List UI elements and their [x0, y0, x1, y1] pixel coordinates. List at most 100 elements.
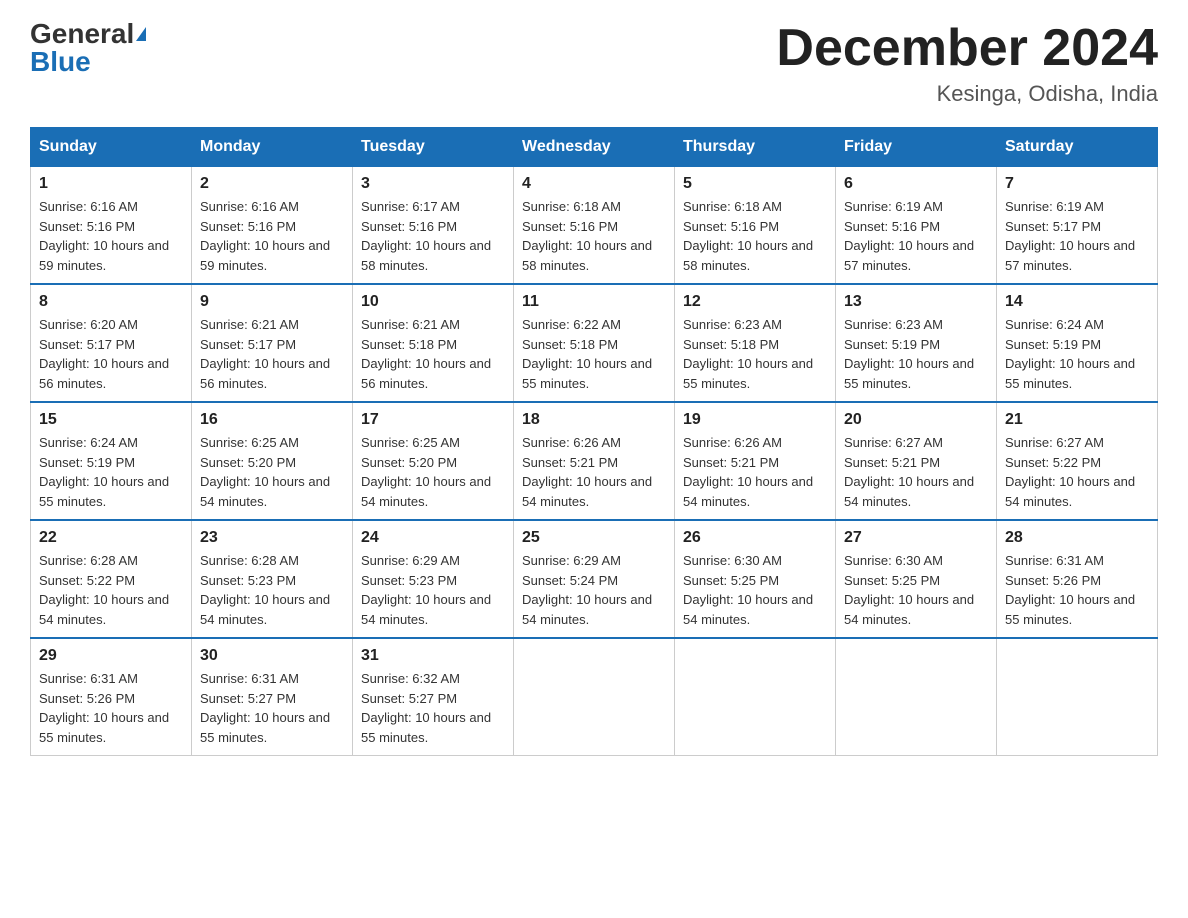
- day-info: Sunrise: 6:21 AMSunset: 5:18 PMDaylight:…: [361, 317, 491, 391]
- calendar-day-cell: 14 Sunrise: 6:24 AMSunset: 5:19 PMDaylig…: [997, 284, 1158, 402]
- calendar-week-row: 15 Sunrise: 6:24 AMSunset: 5:19 PMDaylig…: [31, 402, 1158, 520]
- day-number: 5: [683, 175, 827, 193]
- day-number: 14: [1005, 293, 1149, 311]
- day-info: Sunrise: 6:16 AMSunset: 5:16 PMDaylight:…: [200, 199, 330, 273]
- day-number: 22: [39, 529, 183, 547]
- day-info: Sunrise: 6:26 AMSunset: 5:21 PMDaylight:…: [522, 435, 652, 509]
- calendar-header-tuesday: Tuesday: [353, 128, 514, 167]
- day-number: 10: [361, 293, 505, 311]
- calendar-day-cell: [514, 638, 675, 756]
- calendar-day-cell: 31 Sunrise: 6:32 AMSunset: 5:27 PMDaylig…: [353, 638, 514, 756]
- day-info: Sunrise: 6:30 AMSunset: 5:25 PMDaylight:…: [683, 553, 813, 627]
- day-number: 31: [361, 647, 505, 665]
- logo: General Blue: [30, 20, 146, 76]
- calendar-day-cell: 28 Sunrise: 6:31 AMSunset: 5:26 PMDaylig…: [997, 520, 1158, 638]
- page-header: General Blue December 2024 Kesinga, Odis…: [30, 20, 1158, 107]
- calendar-day-cell: 15 Sunrise: 6:24 AMSunset: 5:19 PMDaylig…: [31, 402, 192, 520]
- day-info: Sunrise: 6:26 AMSunset: 5:21 PMDaylight:…: [683, 435, 813, 509]
- calendar-day-cell: 24 Sunrise: 6:29 AMSunset: 5:23 PMDaylig…: [353, 520, 514, 638]
- calendar-day-cell: 10 Sunrise: 6:21 AMSunset: 5:18 PMDaylig…: [353, 284, 514, 402]
- day-number: 3: [361, 175, 505, 193]
- day-number: 12: [683, 293, 827, 311]
- day-number: 24: [361, 529, 505, 547]
- day-info: Sunrise: 6:18 AMSunset: 5:16 PMDaylight:…: [683, 199, 813, 273]
- day-number: 16: [200, 411, 344, 429]
- day-number: 29: [39, 647, 183, 665]
- day-info: Sunrise: 6:19 AMSunset: 5:17 PMDaylight:…: [1005, 199, 1135, 273]
- day-info: Sunrise: 6:31 AMSunset: 5:26 PMDaylight:…: [1005, 553, 1135, 627]
- calendar-table: SundayMondayTuesdayWednesdayThursdayFrid…: [30, 127, 1158, 756]
- day-info: Sunrise: 6:19 AMSunset: 5:16 PMDaylight:…: [844, 199, 974, 273]
- calendar-header-wednesday: Wednesday: [514, 128, 675, 167]
- calendar-header-thursday: Thursday: [675, 128, 836, 167]
- calendar-day-cell: 26 Sunrise: 6:30 AMSunset: 5:25 PMDaylig…: [675, 520, 836, 638]
- day-info: Sunrise: 6:21 AMSunset: 5:17 PMDaylight:…: [200, 317, 330, 391]
- day-info: Sunrise: 6:18 AMSunset: 5:16 PMDaylight:…: [522, 199, 652, 273]
- calendar-day-cell: 23 Sunrise: 6:28 AMSunset: 5:23 PMDaylig…: [192, 520, 353, 638]
- calendar-day-cell: 18 Sunrise: 6:26 AMSunset: 5:21 PMDaylig…: [514, 402, 675, 520]
- calendar-day-cell: 1 Sunrise: 6:16 AMSunset: 5:16 PMDayligh…: [31, 167, 192, 285]
- calendar-week-row: 29 Sunrise: 6:31 AMSunset: 5:26 PMDaylig…: [31, 638, 1158, 756]
- day-info: Sunrise: 6:25 AMSunset: 5:20 PMDaylight:…: [200, 435, 330, 509]
- calendar-day-cell: 8 Sunrise: 6:20 AMSunset: 5:17 PMDayligh…: [31, 284, 192, 402]
- logo-general-text: General: [30, 20, 134, 48]
- day-number: 15: [39, 411, 183, 429]
- day-number: 17: [361, 411, 505, 429]
- calendar-day-cell: 30 Sunrise: 6:31 AMSunset: 5:27 PMDaylig…: [192, 638, 353, 756]
- calendar-day-cell: 11 Sunrise: 6:22 AMSunset: 5:18 PMDaylig…: [514, 284, 675, 402]
- day-number: 7: [1005, 175, 1149, 193]
- calendar-day-cell: 19 Sunrise: 6:26 AMSunset: 5:21 PMDaylig…: [675, 402, 836, 520]
- calendar-header-monday: Monday: [192, 128, 353, 167]
- logo-blue-text: Blue: [30, 48, 91, 76]
- calendar-day-cell: 29 Sunrise: 6:31 AMSunset: 5:26 PMDaylig…: [31, 638, 192, 756]
- day-info: Sunrise: 6:23 AMSunset: 5:18 PMDaylight:…: [683, 317, 813, 391]
- calendar-day-cell: [836, 638, 997, 756]
- day-info: Sunrise: 6:22 AMSunset: 5:18 PMDaylight:…: [522, 317, 652, 391]
- calendar-day-cell: 13 Sunrise: 6:23 AMSunset: 5:19 PMDaylig…: [836, 284, 997, 402]
- calendar-header-saturday: Saturday: [997, 128, 1158, 167]
- day-number: 1: [39, 175, 183, 193]
- day-info: Sunrise: 6:31 AMSunset: 5:26 PMDaylight:…: [39, 671, 169, 745]
- calendar-day-cell: 7 Sunrise: 6:19 AMSunset: 5:17 PMDayligh…: [997, 167, 1158, 285]
- calendar-day-cell: 9 Sunrise: 6:21 AMSunset: 5:17 PMDayligh…: [192, 284, 353, 402]
- day-number: 25: [522, 529, 666, 547]
- calendar-day-cell: 21 Sunrise: 6:27 AMSunset: 5:22 PMDaylig…: [997, 402, 1158, 520]
- calendar-week-row: 8 Sunrise: 6:20 AMSunset: 5:17 PMDayligh…: [31, 284, 1158, 402]
- calendar-day-cell: 27 Sunrise: 6:30 AMSunset: 5:25 PMDaylig…: [836, 520, 997, 638]
- day-number: 8: [39, 293, 183, 311]
- day-info: Sunrise: 6:20 AMSunset: 5:17 PMDaylight:…: [39, 317, 169, 391]
- day-number: 30: [200, 647, 344, 665]
- day-number: 9: [200, 293, 344, 311]
- calendar-day-cell: 17 Sunrise: 6:25 AMSunset: 5:20 PMDaylig…: [353, 402, 514, 520]
- day-info: Sunrise: 6:27 AMSunset: 5:22 PMDaylight:…: [1005, 435, 1135, 509]
- day-number: 28: [1005, 529, 1149, 547]
- day-number: 23: [200, 529, 344, 547]
- calendar-day-cell: 3 Sunrise: 6:17 AMSunset: 5:16 PMDayligh…: [353, 167, 514, 285]
- day-info: Sunrise: 6:17 AMSunset: 5:16 PMDaylight:…: [361, 199, 491, 273]
- calendar-day-cell: 5 Sunrise: 6:18 AMSunset: 5:16 PMDayligh…: [675, 167, 836, 285]
- day-number: 27: [844, 529, 988, 547]
- calendar-week-row: 22 Sunrise: 6:28 AMSunset: 5:22 PMDaylig…: [31, 520, 1158, 638]
- day-info: Sunrise: 6:29 AMSunset: 5:23 PMDaylight:…: [361, 553, 491, 627]
- day-info: Sunrise: 6:24 AMSunset: 5:19 PMDaylight:…: [1005, 317, 1135, 391]
- calendar-week-row: 1 Sunrise: 6:16 AMSunset: 5:16 PMDayligh…: [31, 167, 1158, 285]
- day-info: Sunrise: 6:32 AMSunset: 5:27 PMDaylight:…: [361, 671, 491, 745]
- calendar-day-cell: [675, 638, 836, 756]
- calendar-header-friday: Friday: [836, 128, 997, 167]
- calendar-day-cell: 2 Sunrise: 6:16 AMSunset: 5:16 PMDayligh…: [192, 167, 353, 285]
- day-number: 6: [844, 175, 988, 193]
- logo-triangle-icon: [136, 27, 146, 41]
- day-info: Sunrise: 6:27 AMSunset: 5:21 PMDaylight:…: [844, 435, 974, 509]
- day-info: Sunrise: 6:28 AMSunset: 5:23 PMDaylight:…: [200, 553, 330, 627]
- day-info: Sunrise: 6:28 AMSunset: 5:22 PMDaylight:…: [39, 553, 169, 627]
- calendar-header-row: SundayMondayTuesdayWednesdayThursdayFrid…: [31, 128, 1158, 167]
- day-number: 13: [844, 293, 988, 311]
- day-info: Sunrise: 6:23 AMSunset: 5:19 PMDaylight:…: [844, 317, 974, 391]
- day-info: Sunrise: 6:29 AMSunset: 5:24 PMDaylight:…: [522, 553, 652, 627]
- day-number: 18: [522, 411, 666, 429]
- calendar-day-cell: [997, 638, 1158, 756]
- calendar-day-cell: 6 Sunrise: 6:19 AMSunset: 5:16 PMDayligh…: [836, 167, 997, 285]
- day-info: Sunrise: 6:31 AMSunset: 5:27 PMDaylight:…: [200, 671, 330, 745]
- calendar-header-sunday: Sunday: [31, 128, 192, 167]
- location-subtitle: Kesinga, Odisha, India: [776, 81, 1158, 107]
